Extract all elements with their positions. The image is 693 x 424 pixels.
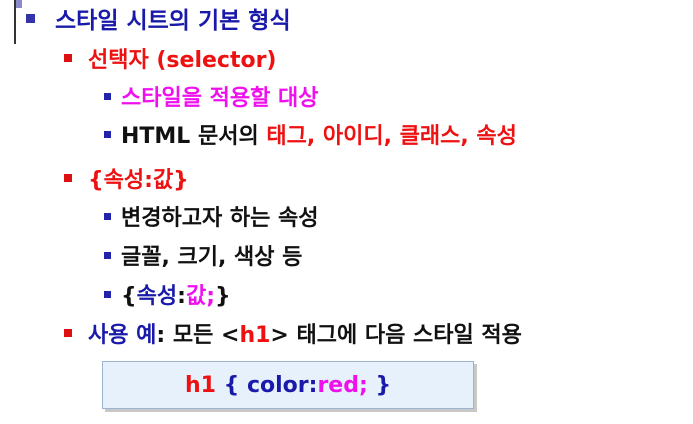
property-keyword: 속성: [136, 284, 178, 309]
selector-kinds-text: 태그, 아이디, 클래스, 속성: [266, 124, 517, 149]
code-value: red;: [317, 372, 368, 398]
square-bullet-icon: [26, 14, 35, 23]
square-bullet-icon: [104, 290, 111, 298]
code-selector: h1: [185, 372, 216, 398]
property-subitem-2: 글꼴, 크기, 색상 등: [104, 247, 302, 269]
example-text-2: > 태그에 다음 스타일 적용: [270, 323, 522, 348]
code-example-box: h1 { color:red; }: [102, 361, 474, 409]
code-property: color: [246, 372, 309, 398]
brace-close: }: [215, 284, 231, 309]
code-close-brace: }: [367, 372, 392, 398]
brace-open: {: [121, 284, 137, 309]
example-colon: :: [156, 323, 173, 348]
code-open-brace: {: [215, 372, 247, 398]
colon: :: [177, 284, 186, 309]
property-subitem-3: {속성:값;}: [104, 286, 231, 308]
css-code: h1 { color:red; }: [185, 373, 391, 398]
square-bullet-icon: [64, 329, 72, 337]
selector-title: 선택자 (selector): [88, 48, 277, 73]
example-tag: h1: [239, 323, 271, 348]
example-item: 사용 예: 모든 <h1> 태그에 다음 스타일 적용: [64, 325, 522, 347]
square-bullet-icon: [104, 212, 111, 220]
square-bullet-icon: [104, 92, 111, 100]
main-heading: 스타일 시트의 기본 형식: [26, 10, 291, 33]
property-subitem-1: 변경하고자 하는 속성: [104, 208, 318, 230]
example-text-1: 모든 <: [172, 323, 240, 348]
selector-subitem-2: HTML 문서의 태그, 아이디, 클래스, 속성: [104, 126, 517, 148]
selector-html-prefix: HTML 문서의: [121, 124, 267, 149]
square-bullet-icon: [104, 130, 111, 138]
selector-subitem-1: 스타일을 적용할 대상: [104, 88, 318, 110]
square-bullet-icon: [104, 251, 111, 259]
square-bullet-icon: [64, 174, 72, 182]
property-item: {속성:값}: [64, 170, 189, 192]
heading-text: 스타일 시트의 기본 형식: [55, 8, 291, 34]
property-title: {속성:값}: [88, 168, 189, 193]
slide-corner-decoration: [16, 0, 22, 8]
property-examples-text: 글꼴, 크기, 색상 등: [121, 245, 303, 270]
selector-target-text: 스타일을 적용할 대상: [121, 86, 319, 111]
selector-item: 선택자 (selector): [64, 50, 277, 72]
value-keyword: 값;: [185, 284, 216, 309]
square-bullet-icon: [64, 54, 72, 62]
property-desc-text: 변경하고자 하는 속성: [121, 206, 319, 231]
example-label: 사용 예: [88, 323, 157, 348]
